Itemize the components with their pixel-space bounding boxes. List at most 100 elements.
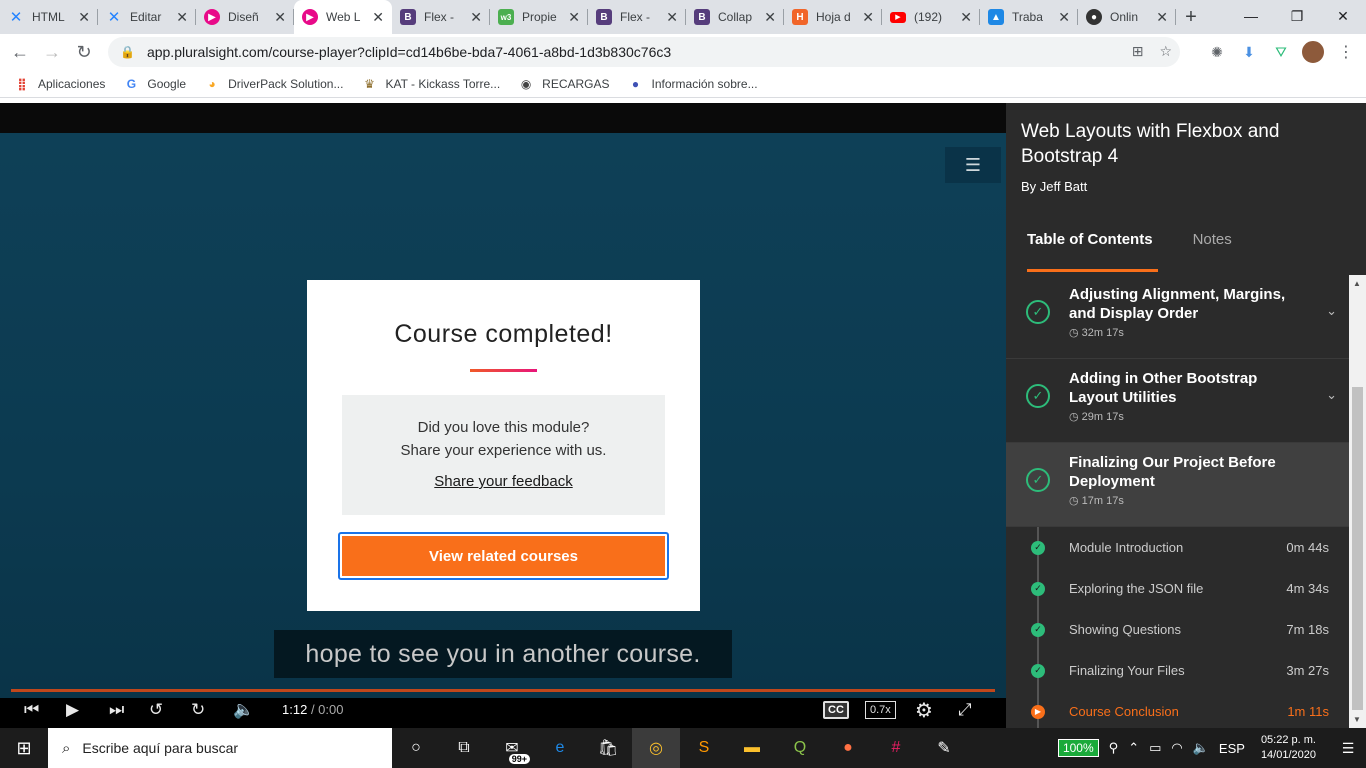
- wifi-icon[interactable]: ◠: [1171, 740, 1182, 756]
- qgis-icon[interactable]: Q: [776, 728, 824, 768]
- address-bar[interactable]: 🔒 app.pluralsight.com/course-player?clip…: [108, 37, 1180, 67]
- clip-item[interactable]: ✓ Finalizing Your Files 3m 27s: [1006, 650, 1349, 691]
- clip-item[interactable]: ✓ Showing Questions 7m 18s: [1006, 609, 1349, 650]
- close-tab-icon[interactable]: ✕: [78, 9, 90, 26]
- settings-gear-icon[interactable]: ⚙: [915, 697, 933, 723]
- close-tab-icon[interactable]: ✕: [764, 9, 776, 26]
- browser-tab[interactable]: H Hoja d ✕: [784, 0, 882, 34]
- play-icon[interactable]: ▶: [66, 697, 79, 723]
- clip-item-current[interactable]: ▶ Course Conclusion 1m 11s: [1006, 691, 1349, 728]
- clip-item[interactable]: ✓ Exploring the JSON file 4m 34s: [1006, 568, 1349, 609]
- browser-tab[interactable]: w3 Propie ✕: [490, 0, 588, 34]
- close-tab-icon[interactable]: ✕: [1156, 9, 1168, 26]
- next-clip-icon[interactable]: ⏭: [109, 697, 124, 723]
- browser-tab[interactable]: B Flex - ✕: [588, 0, 686, 34]
- bookmark-item[interactable]: ♛ KAT - Kickass Torre...: [361, 76, 500, 92]
- close-tab-icon[interactable]: ✕: [960, 9, 972, 26]
- toggle-sidebar-icon[interactable]: ☰: [945, 147, 1001, 183]
- close-tab-icon[interactable]: ✕: [470, 9, 482, 26]
- minimize-icon[interactable]: —: [1228, 0, 1274, 32]
- usb-icon[interactable]: ⚲: [1109, 740, 1119, 756]
- download-arrow-icon[interactable]: ⬇: [1236, 39, 1262, 65]
- bookmark-item[interactable]: ● Información sobre...: [628, 76, 758, 92]
- bookmark-item[interactable]: ◉ RECARGAS: [518, 76, 610, 92]
- scrollbar-thumb[interactable]: [1352, 387, 1363, 710]
- mail-icon[interactable]: ✉ 99+: [488, 728, 536, 768]
- system-clock[interactable]: 05:22 p. m. 14/01/2020: [1261, 733, 1316, 763]
- clip-item[interactable]: ✓ Module Introduction 0m 44s: [1006, 527, 1349, 568]
- chevron-down-icon[interactable]: ⌄: [1326, 303, 1337, 319]
- close-tab-icon[interactable]: ✕: [274, 9, 286, 26]
- progress-bar[interactable]: [11, 689, 995, 692]
- volume-icon[interactable]: 🔈: [233, 697, 254, 723]
- more-menu-icon[interactable]: ⋮: [1338, 42, 1354, 62]
- browser-tab[interactable]: ✕ HTML ✕: [0, 0, 98, 34]
- fullscreen-icon[interactable]: ⤢: [958, 697, 972, 723]
- maximize-icon[interactable]: ❐: [1274, 0, 1320, 32]
- close-tab-icon[interactable]: ✕: [862, 9, 874, 26]
- notifications-icon[interactable]: ☰: [1330, 740, 1366, 757]
- view-related-courses-button[interactable]: View related courses: [342, 536, 665, 576]
- close-tab-icon[interactable]: ✕: [568, 9, 580, 26]
- bookmark-item[interactable]: ◕ DriverPack Solution...: [204, 76, 343, 92]
- paint-icon[interactable]: ✎: [920, 728, 968, 768]
- edge-icon[interactable]: e: [536, 728, 584, 768]
- forward-10-icon[interactable]: ↻: [191, 697, 205, 723]
- rewind-10-icon[interactable]: ↺: [149, 697, 163, 723]
- chevron-up-icon[interactable]: ⌃: [1128, 740, 1139, 756]
- video-area[interactable]: ☰ Course completed! Did you love this mo…: [0, 133, 1006, 722]
- module-item-current[interactable]: ✓ Finalizing Our Project Before Deployme…: [1006, 443, 1349, 527]
- close-tab-icon[interactable]: ✕: [176, 9, 188, 26]
- module-item[interactable]: ✓ Adjusting Alignment, Margins, and Disp…: [1006, 275, 1349, 359]
- scroll-up-icon[interactable]: ▲: [1353, 279, 1361, 288]
- windows-start-icon[interactable]: ⊞: [0, 728, 48, 768]
- browser-tab-active[interactable]: ▶ Web L ✕: [294, 0, 392, 34]
- sidebar-scrollbar[interactable]: ▲ ▼: [1349, 275, 1366, 728]
- sublime-icon[interactable]: S: [680, 728, 728, 768]
- task-view-icon[interactable]: ⧉: [440, 728, 488, 768]
- browser-tab[interactable]: B Flex - ✕: [392, 0, 490, 34]
- extension-icon[interactable]: ⛛: [1268, 39, 1294, 65]
- previous-clip-icon[interactable]: ⏮: [24, 697, 39, 723]
- close-window-icon[interactable]: ✕: [1320, 0, 1366, 32]
- bookmark-item[interactable]: ⣿ Aplicaciones: [14, 76, 105, 92]
- browser-tab[interactable]: ✕ Editar ✕: [98, 0, 196, 34]
- close-tab-icon[interactable]: ✕: [1058, 9, 1070, 26]
- battery-icon[interactable]: ▭: [1149, 740, 1161, 756]
- firefox-icon[interactable]: ●: [824, 728, 872, 768]
- browser-tab[interactable]: ▶ (192) ✕: [882, 0, 980, 34]
- extension-icon[interactable]: ✺: [1204, 39, 1230, 65]
- tab-title: Traba: [1012, 10, 1043, 24]
- tab-notes[interactable]: Notes: [1193, 231, 1232, 248]
- scroll-down-icon[interactable]: ▼: [1353, 715, 1361, 724]
- chevron-down-icon[interactable]: ⌄: [1326, 387, 1337, 403]
- browser-tab[interactable]: ▲ Traba ✕: [980, 0, 1078, 34]
- tab-table-of-contents[interactable]: Table of Contents: [1027, 231, 1153, 248]
- translate-icon[interactable]: ⊞: [1132, 43, 1144, 60]
- browser-tab[interactable]: B Collap ✕: [686, 0, 784, 34]
- language-indicator[interactable]: ESP: [1219, 741, 1245, 756]
- store-icon[interactable]: 🛍: [584, 728, 632, 768]
- cortana-icon[interactable]: ○: [392, 728, 440, 768]
- speaker-icon[interactable]: 🔈: [1193, 740, 1209, 756]
- bookmark-star-icon[interactable]: ☆: [1159, 43, 1172, 60]
- taskbar-search[interactable]: ⌕ Escribe aquí para buscar: [48, 728, 392, 768]
- closed-captions-button[interactable]: CC: [823, 697, 849, 723]
- file-explorer-icon[interactable]: ▬: [728, 728, 776, 768]
- reload-icon[interactable]: ↻: [68, 36, 100, 68]
- module-item[interactable]: ✓ Adding in Other Bootstrap Layout Utili…: [1006, 359, 1349, 443]
- slack-icon[interactable]: #: [872, 728, 920, 768]
- close-tab-icon[interactable]: ✕: [666, 9, 678, 26]
- close-tab-icon[interactable]: ✕: [372, 9, 384, 26]
- back-arrow-icon[interactable]: ←: [4, 36, 36, 68]
- browser-tab[interactable]: ● Onlin ✕: [1078, 0, 1176, 34]
- profile-avatar[interactable]: [1300, 39, 1326, 65]
- playback-speed-button[interactable]: 0.7x: [865, 697, 896, 723]
- new-tab-button[interactable]: +: [1176, 0, 1206, 34]
- browser-tab[interactable]: ▶ Diseñ ✕: [196, 0, 294, 34]
- battery-indicator[interactable]: 100%: [1057, 739, 1099, 757]
- chrome-icon[interactable]: ◎: [632, 728, 680, 768]
- share-feedback-link[interactable]: Share your feedback: [342, 473, 665, 490]
- forward-arrow-icon[interactable]: →: [36, 36, 68, 68]
- bookmark-item[interactable]: G Google: [123, 76, 186, 92]
